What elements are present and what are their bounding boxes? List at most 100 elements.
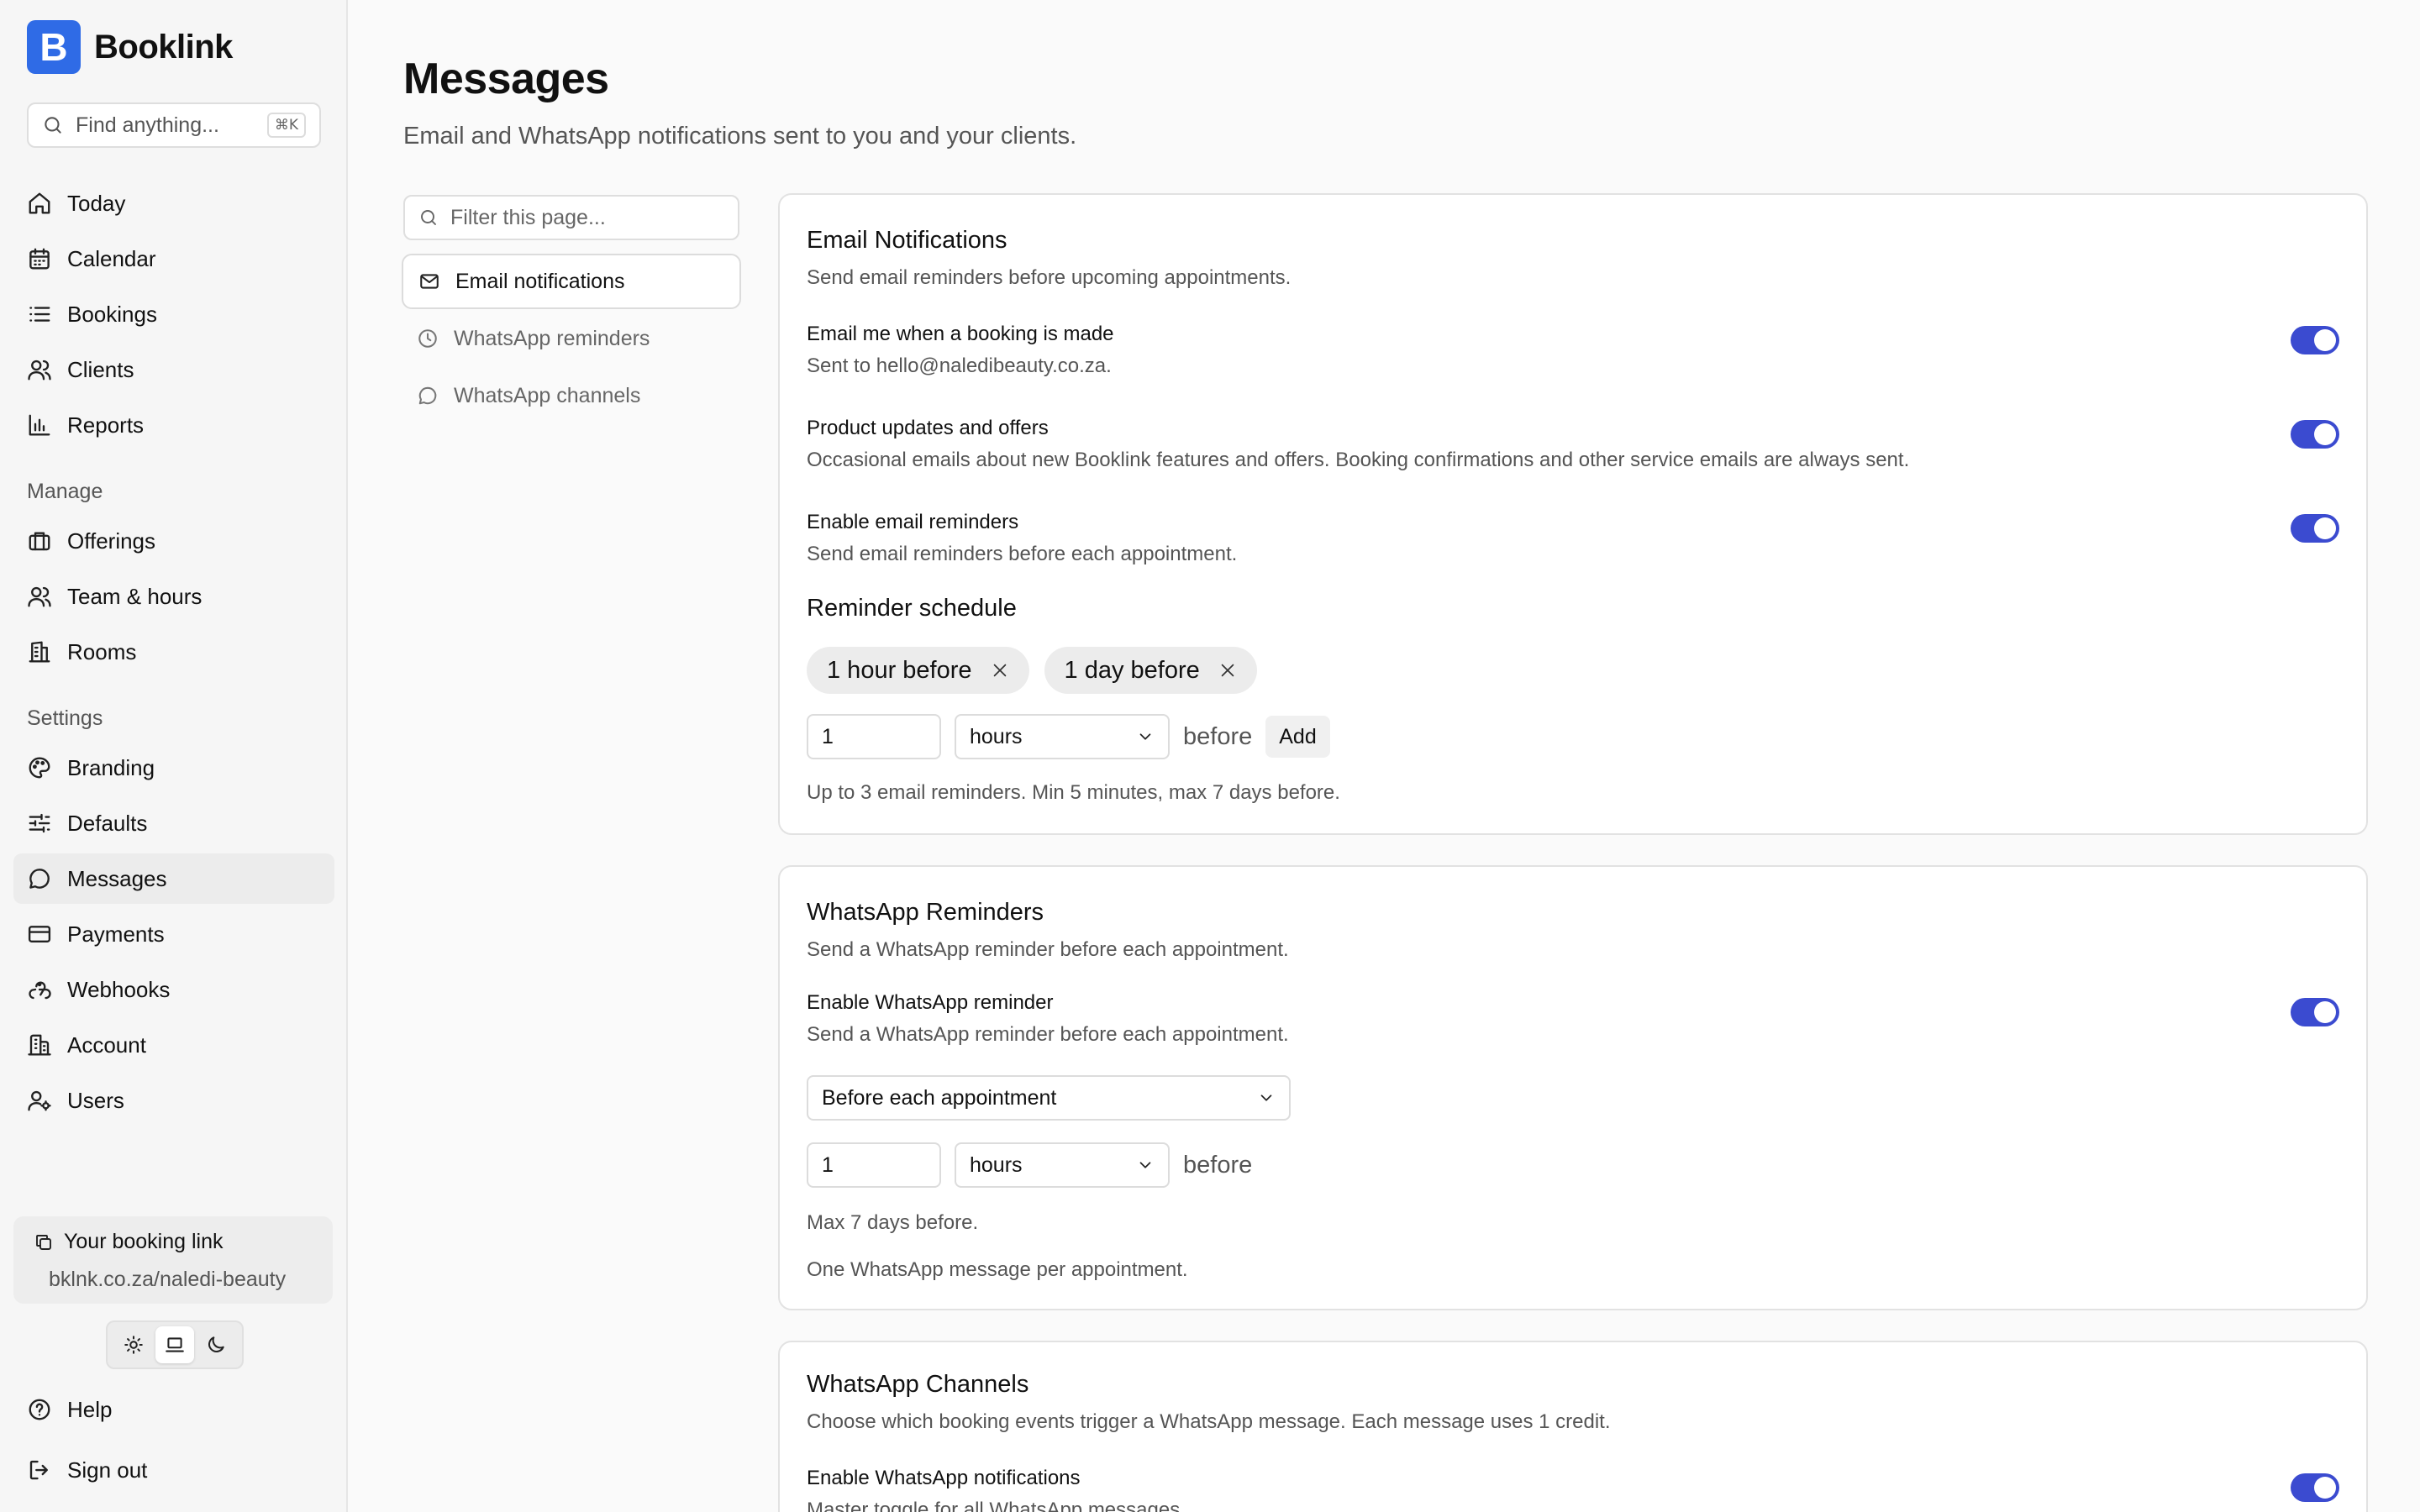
- sidebar-item-label: Branding: [67, 754, 155, 780]
- search-icon: [45, 117, 61, 134]
- before-label: before: [1183, 1151, 1253, 1179]
- sidebar-item-branding[interactable]: Branding: [13, 743, 334, 793]
- close-icon[interactable]: [991, 661, 1009, 680]
- sidebar-item-defaults[interactable]: Defaults: [13, 798, 334, 848]
- sidebar-item-rooms[interactable]: Rooms: [13, 627, 334, 677]
- sidebar-item-sign-out[interactable]: Sign out: [13, 1445, 334, 1495]
- sidebar-item-label: Webhooks: [67, 976, 171, 1002]
- sidebar-item-label: Users: [67, 1087, 124, 1113]
- reminder-schedule-title: Reminder schedule: [807, 595, 1017, 622]
- booking-link-card[interactable]: Your booking link bklnk.co.za/naledi-bea…: [13, 1216, 333, 1304]
- reminder-chips: 1 hour before 1 day before: [807, 647, 1257, 694]
- sidebar-item-team-hours[interactable]: Team & hours: [13, 571, 334, 622]
- global-search[interactable]: ⌘K: [27, 102, 321, 148]
- reminder-note: Up to 3 email reminders. Min 5 minutes, …: [807, 781, 1340, 804]
- team-icon: [28, 586, 51, 607]
- chip-label: 1 day before: [1064, 656, 1200, 684]
- subnav-email-notifications[interactable]: Email notifications: [402, 254, 741, 309]
- booking-link-title: Your booking link: [64, 1230, 224, 1253]
- sidebar-item-clients[interactable]: Clients: [13, 344, 334, 395]
- sidebar-item-label: Bookings: [67, 301, 157, 327]
- sidebar-item-account[interactable]: Account: [13, 1020, 334, 1070]
- whatsapp-channels-card: WhatsApp Channels Choose which booking e…: [778, 1341, 2368, 1512]
- before-label: before: [1183, 722, 1253, 750]
- select-value: hours: [970, 724, 1023, 748]
- toggle-knob: [2314, 423, 2336, 445]
- booking-link-url[interactable]: bklnk.co.za/naledi-beauty: [49, 1268, 313, 1292]
- toggle-knob: [2314, 517, 2336, 539]
- help-icon: [29, 1399, 50, 1420]
- setting-description: Occasional emails about new Booklink fea…: [807, 449, 1910, 471]
- email-reminders-toggle[interactable]: [2291, 514, 2339, 543]
- whatsapp-reminder-toggle[interactable]: [2291, 998, 2339, 1026]
- page-filter[interactable]: [403, 195, 739, 240]
- sidebar-item-offerings[interactable]: Offerings: [13, 516, 334, 566]
- sidebar-item-label: Calendar: [67, 245, 156, 271]
- sidebar-item-today[interactable]: Today: [13, 178, 334, 228]
- subnav-whatsapp-reminders[interactable]: WhatsApp reminders: [402, 311, 741, 366]
- card-description: Send a WhatsApp reminder before each app…: [807, 938, 1289, 961]
- theme-system-button[interactable]: [155, 1326, 194, 1363]
- sidebar-item-help[interactable]: Help: [13, 1384, 334, 1435]
- sidebar-item-label: Today: [67, 190, 126, 216]
- reminder-amount-input[interactable]: [807, 714, 941, 759]
- theme-light-button[interactable]: [114, 1326, 153, 1363]
- brand[interactable]: B Booklink: [27, 20, 233, 74]
- sidebar-item-messages[interactable]: Messages: [13, 853, 334, 904]
- reminder-chip: 1 day before: [1044, 647, 1257, 694]
- calendar-icon: [29, 248, 50, 270]
- sidebar-item-payments[interactable]: Payments: [13, 909, 334, 959]
- booking-email-toggle[interactable]: [2291, 326, 2339, 354]
- sidebar-item-label: Payments: [67, 921, 165, 947]
- message-icon: [29, 869, 50, 889]
- theme-dark-button[interactable]: [197, 1326, 235, 1363]
- close-icon[interactable]: [1218, 661, 1237, 680]
- bar-chart-icon: [29, 414, 50, 436]
- sidebar-item-reports[interactable]: Reports: [13, 400, 334, 450]
- section-manage: Manage: [27, 479, 103, 503]
- setting-booking-email: Email me when a booking is made Sent to …: [807, 323, 2339, 378]
- subnav-label: WhatsApp reminders: [454, 326, 650, 350]
- sidebar-item-label: Rooms: [67, 638, 137, 664]
- max-days-note: Max 7 days before.: [807, 1211, 979, 1234]
- email-notifications-card: Email Notifications Send email reminders…: [778, 193, 2368, 835]
- users-icon: [28, 360, 51, 381]
- one-message-note: One WhatsApp message per appointment.: [807, 1258, 1188, 1281]
- reminder-timing-select[interactable]: Before each appointment: [807, 1075, 1291, 1121]
- subnav-whatsapp-channels[interactable]: WhatsApp channels: [402, 368, 741, 423]
- sidebar-item-users[interactable]: Users: [13, 1075, 334, 1126]
- add-reminder-button[interactable]: Add: [1265, 716, 1330, 758]
- reminder-unit-select[interactable]: hours: [955, 714, 1170, 759]
- palette-icon: [29, 757, 50, 779]
- brand-name: Booklink: [94, 28, 233, 66]
- setting-label: Product updates and offers: [807, 417, 1049, 439]
- card-description: Choose which booking events trigger a Wh…: [807, 1410, 1611, 1433]
- product-updates-toggle[interactable]: [2291, 420, 2339, 449]
- laptop-icon: [166, 1337, 184, 1352]
- filter-input[interactable]: [450, 205, 724, 230]
- search-icon: [421, 210, 436, 225]
- whatsapp-time-row: hours before: [807, 1142, 1252, 1188]
- sidebar-item-webhooks[interactable]: Webhooks: [13, 964, 334, 1015]
- setting-label: Enable WhatsApp notifications: [807, 1467, 1081, 1489]
- whatsapp-amount-input[interactable]: [807, 1142, 941, 1188]
- whatsapp-unit-select[interactable]: hours: [955, 1142, 1170, 1188]
- sliders-icon: [29, 813, 50, 833]
- credit-card-icon: [28, 926, 51, 942]
- whatsapp-notifications-toggle[interactable]: [2291, 1473, 2339, 1502]
- sign-out-icon: [29, 1460, 48, 1480]
- sidebar-item-bookings[interactable]: Bookings: [13, 289, 334, 339]
- sidebar-item-calendar[interactable]: Calendar: [13, 234, 334, 284]
- copy-icon[interactable]: [34, 1232, 54, 1252]
- moon-icon: [208, 1336, 225, 1352]
- setting-description: Send email reminders before each appoint…: [807, 543, 1238, 565]
- reminder-chip: 1 hour before: [807, 647, 1029, 694]
- sidebar-item-label: Defaults: [67, 810, 148, 836]
- setting-label: Enable email reminders: [807, 511, 1019, 533]
- sidebar-item-label: Account: [67, 1032, 146, 1058]
- whatsapp-reminders-card: WhatsApp Reminders Send a WhatsApp remin…: [778, 865, 2368, 1310]
- list-icon: [29, 307, 50, 322]
- home-icon: [29, 192, 50, 214]
- office-icon: [28, 1034, 51, 1056]
- search-input[interactable]: [76, 113, 255, 138]
